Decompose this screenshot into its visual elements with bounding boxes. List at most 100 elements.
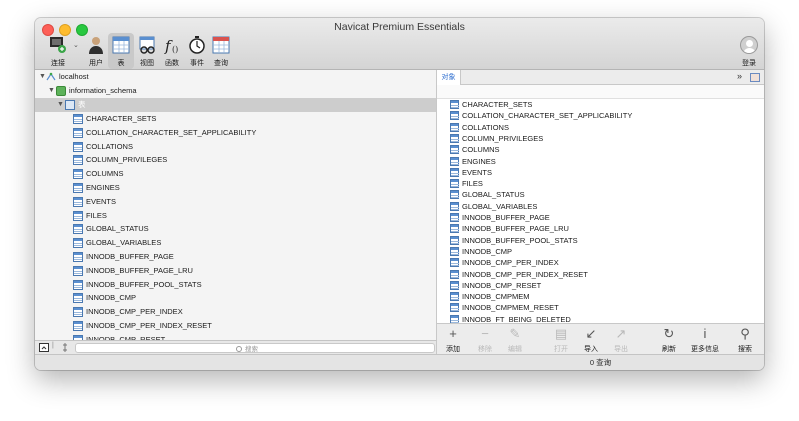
window-title: Navicat Premium Essentials bbox=[334, 21, 465, 33]
connection-icon bbox=[46, 72, 56, 81]
object-name: CHARACTER_SETS bbox=[462, 100, 533, 109]
tree-item-table[interactable]: INNODB_BUFFER_PAGE bbox=[35, 250, 436, 264]
tree-item-label: ENGINES bbox=[86, 183, 120, 192]
tree-item-table[interactable]: INNODB_CMP bbox=[35, 291, 436, 305]
info-icon: i bbox=[703, 326, 707, 341]
toolbar-connection-button[interactable]: 连接 ⌄ bbox=[45, 33, 79, 69]
table-icon bbox=[73, 210, 83, 221]
tree-item-table[interactable]: COLLATIONS bbox=[35, 140, 436, 154]
search-button[interactable]: ⚲ 搜索 bbox=[729, 326, 761, 354]
tree-item-tables-folder[interactable]: ▼ 表 bbox=[35, 98, 436, 112]
chevron-down-icon[interactable]: ⌄ bbox=[73, 41, 79, 49]
export-button[interactable]: ↗ 导出 bbox=[605, 326, 637, 354]
toolbar-event-label: 事件 bbox=[190, 60, 204, 67]
tree-item-label: INNODB_CMP bbox=[86, 293, 137, 303]
import-icon: ↙ bbox=[585, 326, 597, 341]
edit-button[interactable]: ✎ 编辑 bbox=[499, 326, 531, 354]
tree-item-table[interactable]: COLLATION_CHARACTER_SET_APPLICABILITY bbox=[35, 126, 436, 140]
status-text: 0 查询 bbox=[589, 358, 612, 367]
tree-item-connection[interactable]: ▼ localhost bbox=[35, 70, 436, 84]
tab-objects[interactable]: 对象 bbox=[437, 70, 461, 85]
table-icon bbox=[450, 235, 459, 245]
table-icon bbox=[450, 179, 459, 189]
tree-item-table[interactable]: COLUMN_PRIVILEGES bbox=[35, 153, 436, 167]
table-icon bbox=[450, 156, 459, 166]
toolbar-view-button[interactable]: 视图 bbox=[134, 33, 160, 69]
tree-item-table[interactable]: INNODB_CMP_RESET bbox=[35, 333, 436, 340]
refresh-button[interactable]: ↻ 刷新 bbox=[653, 326, 685, 354]
tree-item-label: FILES bbox=[86, 210, 107, 220]
tab-config-icon[interactable] bbox=[750, 73, 760, 82]
tree-item-table[interactable]: COLUMNS bbox=[35, 167, 436, 181]
object-name: COLLATIONS bbox=[462, 122, 509, 132]
action-label: 导出 bbox=[614, 346, 628, 353]
tree-item-label: EVENTS bbox=[86, 196, 117, 206]
view-icon bbox=[139, 36, 155, 54]
tree-item-table[interactable]: INNODB_BUFFER_PAGE_LRU bbox=[35, 264, 436, 278]
object-name: INNODB_BUFFER_PAGE bbox=[462, 213, 550, 222]
filter-icon[interactable] bbox=[60, 343, 70, 352]
toolbar-table-button[interactable]: 表 bbox=[108, 33, 134, 69]
table-icon bbox=[73, 279, 83, 290]
more-tabs-icon[interactable]: » bbox=[737, 71, 742, 81]
separator: | bbox=[52, 342, 54, 349]
action-label: 搜索 bbox=[738, 346, 752, 353]
tree-item-table[interactable]: FILES bbox=[35, 209, 436, 223]
chevron-down-icon[interactable]: ▼ bbox=[48, 84, 55, 98]
table-icon bbox=[73, 141, 83, 152]
export-icon: ↗ bbox=[615, 326, 627, 341]
table-icon bbox=[450, 303, 459, 313]
info-button[interactable]: i 更多信息 bbox=[689, 326, 721, 354]
tree-item-table[interactable]: CHARACTER_SETS bbox=[35, 112, 436, 126]
app-window: Navicat Premium Essentials 连接 ⌄ 用户 表 视图 … bbox=[35, 18, 764, 370]
toolbar-query-button[interactable]: 查询 bbox=[208, 33, 234, 69]
tree-item-table[interactable]: INNODB_CMP_PER_INDEX bbox=[35, 305, 436, 319]
add-button[interactable]: + 添加 bbox=[437, 326, 469, 354]
toggle-sidebar-icon[interactable] bbox=[39, 343, 49, 352]
table-icon bbox=[73, 293, 83, 304]
object-name: INNODB_BUFFER_PAGE_LRU bbox=[462, 224, 569, 234]
tree-item-table[interactable]: GLOBAL_VARIABLES bbox=[35, 236, 436, 250]
search-placeholder: 搜索 bbox=[236, 343, 258, 353]
tree-search-input[interactable]: 搜索 bbox=[75, 343, 435, 353]
login-button[interactable]: 登录 bbox=[737, 36, 761, 68]
search-icon: ⚲ bbox=[740, 326, 750, 341]
query-icon bbox=[212, 36, 230, 54]
avatar-icon bbox=[740, 36, 758, 54]
table-icon bbox=[73, 252, 83, 262]
toolbar-user-label: 用户 bbox=[89, 60, 103, 67]
toolbar-event-button[interactable]: 事件 bbox=[184, 33, 210, 69]
tree-item-table[interactable]: ENGINES bbox=[35, 181, 436, 195]
toolbar-function-button[interactable]: f () 函数 bbox=[159, 33, 185, 69]
tree-item-table[interactable]: INNODB_BUFFER_POOL_STATS bbox=[35, 278, 436, 292]
table-icon bbox=[450, 167, 459, 177]
object-name: COLUMN_PRIVILEGES bbox=[462, 133, 544, 143]
database-icon bbox=[56, 86, 66, 96]
toolbar-connection-label: 连接 bbox=[51, 60, 65, 67]
tree-item-table[interactable]: EVENTS bbox=[35, 195, 436, 209]
object-name: GLOBAL_STATUS bbox=[462, 190, 525, 200]
chevron-down-icon[interactable]: ▼ bbox=[57, 98, 64, 112]
action-label: 刷新 bbox=[662, 346, 676, 353]
object-tabbar: 对象 » bbox=[437, 70, 764, 85]
tree-item-table[interactable]: GLOBAL_STATUS bbox=[35, 222, 436, 236]
object-action-bar: + 添加 − 移除 ✎ 编辑 ▤ 打开 ↙ 导入 ↗ 导出 ↻ 刷新 i 更多信息 ⚲ 搜索 bbox=[437, 323, 764, 354]
svg-text:(): () bbox=[172, 45, 178, 54]
import-button[interactable]: ↙ 导入 bbox=[575, 326, 607, 354]
table-icon bbox=[112, 36, 130, 54]
tree-item-database[interactable]: ▼ information_schema bbox=[35, 84, 436, 98]
table-icon bbox=[73, 196, 83, 207]
tree-item-label: INNODB_BUFFER_PAGE bbox=[86, 252, 174, 261]
remove-button[interactable]: − 移除 bbox=[469, 326, 501, 354]
toolbar-user-button[interactable]: 用户 bbox=[83, 33, 109, 69]
titlebar: Navicat Premium Essentials 连接 ⌄ 用户 表 视图 … bbox=[35, 18, 764, 70]
table-folder-icon bbox=[65, 100, 75, 110]
tree-item-table[interactable]: INNODB_CMP_PER_INDEX_RESET bbox=[35, 319, 436, 333]
chevron-down-icon[interactable]: ▼ bbox=[39, 70, 46, 84]
login-label: 登录 bbox=[742, 60, 756, 67]
open-button[interactable]: ▤ 打开 bbox=[545, 326, 577, 354]
tree-item-label: INNODB_BUFFER_POOL_STATS bbox=[86, 279, 202, 289]
table-icon bbox=[450, 224, 459, 234]
tree-item-label: INNODB_BUFFER_PAGE_LRU bbox=[86, 265, 193, 275]
refresh-icon: ↻ bbox=[663, 326, 675, 341]
